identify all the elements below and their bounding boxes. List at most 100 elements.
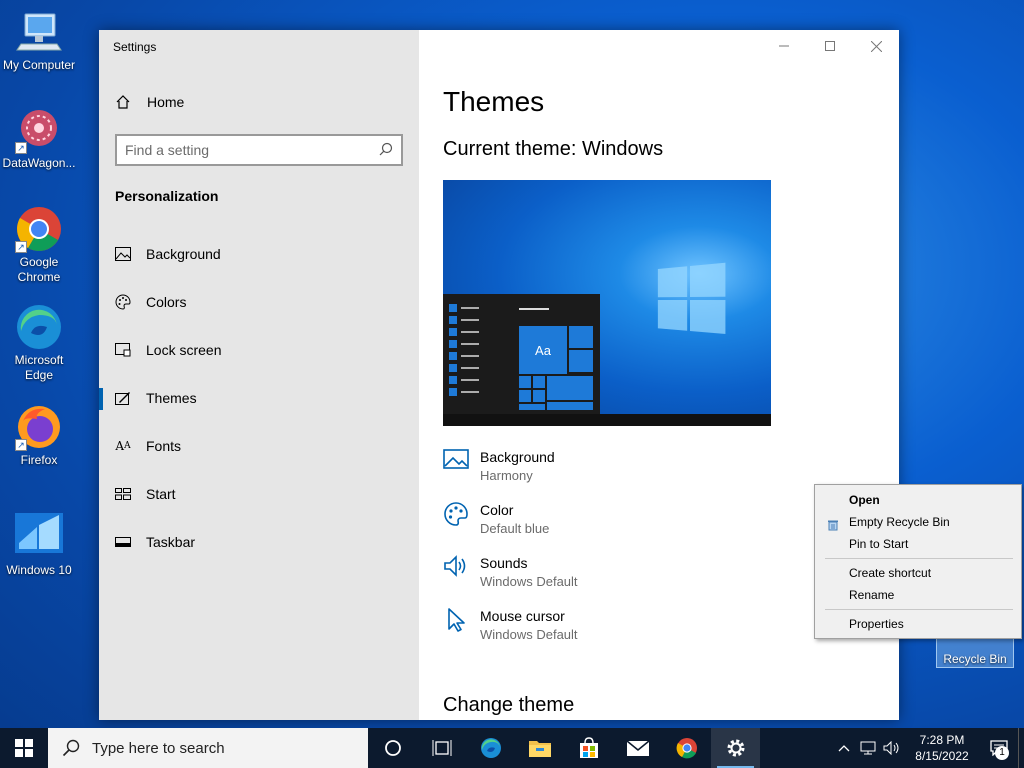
menu-item-label: Empty Recycle Bin (849, 515, 950, 529)
minimize-button[interactable] (761, 30, 807, 62)
nav-item-label: Start (146, 486, 176, 502)
desktop-icon-firefox[interactable]: ↗ Firefox (0, 403, 79, 468)
cortana-button[interactable] (368, 728, 417, 768)
preview-taskbar (443, 414, 771, 426)
desktop-icon-datawagon[interactable]: ↗ DataWagon... (0, 106, 79, 171)
palette-icon (115, 294, 131, 310)
desktop-icon-edge[interactable]: Microsoft Edge (0, 303, 79, 383)
speaker-icon (443, 554, 469, 580)
folder-icon (528, 741, 551, 757)
menu-item-pin-to-start[interactable]: Pin to Start (815, 533, 1021, 555)
recycle-bin-label: Recycle Bin (943, 652, 1007, 666)
theme-prop-mouse-cursor[interactable]: Mouse cursor Windows Default (443, 607, 578, 660)
taskbar-settings[interactable] (711, 728, 760, 768)
settings-window: Settings Home Personalization Background (99, 30, 899, 720)
desktop-icon-label: My Computer (2, 58, 76, 72)
nav-item-taskbar[interactable]: Taskbar (99, 518, 419, 566)
edge-icon (480, 738, 501, 758)
cursor-icon (443, 607, 469, 633)
show-hidden-icons-button[interactable] (832, 728, 856, 768)
desktop-icon-label: Google Chrome (17, 255, 61, 284)
desktop-icon-my-computer[interactable]: My Computer (0, 8, 79, 73)
change-theme-heading: Change theme (443, 694, 575, 716)
windows-10-icon (15, 513, 63, 561)
menu-separator (825, 558, 1013, 559)
network-button[interactable] (856, 728, 880, 768)
close-icon (870, 40, 882, 52)
search-icon[interactable] (379, 142, 393, 159)
home-label: Home (147, 94, 185, 110)
taskbar-store[interactable] (564, 728, 613, 768)
action-center-button[interactable]: 1 (980, 728, 1018, 768)
theme-prop-sounds[interactable]: Sounds Windows Default (443, 554, 578, 607)
menu-item-rename[interactable]: Rename (815, 584, 1021, 606)
nav-item-label: Lock screen (146, 342, 222, 358)
personalization-nav: Background Colors Lock screen Themes A A… (99, 230, 419, 566)
taskbar-chrome[interactable] (662, 728, 711, 768)
theme-prop-background[interactable]: Background Harmony (443, 448, 578, 501)
system-tray: 7:28 PM 8/15/2022 1 (832, 728, 1024, 768)
current-theme-heading: Current theme: Windows (443, 138, 664, 160)
computer-icon (15, 8, 63, 56)
taskbar-apps (368, 728, 760, 768)
close-button[interactable] (853, 30, 899, 62)
show-desktop-button[interactable] (1018, 728, 1024, 768)
settings-search-input[interactable] (125, 142, 379, 158)
settings-sidebar: Settings Home Personalization Background (99, 30, 419, 720)
prop-value: Windows Default (480, 574, 578, 589)
prop-value: Windows Default (480, 627, 578, 642)
section-title: Personalization (115, 188, 219, 204)
settings-search-box[interactable] (115, 134, 403, 166)
menu-item-create-shortcut[interactable]: Create shortcut (815, 562, 1021, 584)
themes-icon (115, 390, 131, 406)
taskbar-edge[interactable] (466, 728, 515, 768)
taskbar-icon (115, 534, 131, 550)
lock-screen-icon (115, 342, 131, 358)
volume-button[interactable] (880, 728, 904, 768)
desktop-icon-chrome[interactable]: ↗ Google Chrome (0, 205, 79, 285)
home-icon (115, 94, 131, 110)
nav-item-label: Background (146, 246, 221, 262)
chevron-up-icon (838, 745, 850, 752)
context-menu: Open Empty Recycle Bin Pin to Start Crea… (814, 484, 1022, 639)
minimize-icon (779, 45, 789, 47)
nav-item-background[interactable]: Background (99, 230, 419, 278)
theme-preview: Aa (443, 180, 771, 426)
clock[interactable]: 7:28 PM 8/15/2022 (904, 732, 980, 764)
taskbar-mail[interactable] (613, 728, 662, 768)
clock-date: 8/15/2022 (915, 749, 969, 763)
desktop-icon-label: Firefox (20, 453, 58, 467)
clock-time: 7:28 PM (919, 733, 965, 747)
nav-item-lock-screen[interactable]: Lock screen (99, 326, 419, 374)
home-nav-item[interactable]: Home (115, 94, 184, 110)
firefox-icon: ↗ (15, 403, 63, 451)
gear-icon (727, 739, 744, 757)
menu-item-properties[interactable]: Properties (815, 613, 1021, 635)
nav-item-themes[interactable]: Themes (99, 374, 419, 422)
theme-prop-color[interactable]: Color Default blue (443, 501, 578, 554)
store-icon (579, 737, 598, 758)
desktop-icon-windows10[interactable]: Windows 10 (0, 513, 79, 578)
menu-item-open[interactable]: Open (815, 489, 1021, 511)
nav-item-fonts[interactable]: AA Fonts (99, 422, 419, 470)
volume-icon (883, 741, 899, 755)
task-view-button[interactable] (417, 728, 466, 768)
mail-icon (625, 740, 650, 756)
nav-item-colors[interactable]: Colors (99, 278, 419, 326)
taskbar-search[interactable]: Type here to search (48, 728, 368, 768)
prop-label: Background (480, 449, 555, 465)
chrome-icon: ↗ (15, 205, 63, 253)
start-button[interactable] (0, 728, 48, 768)
palette-icon (443, 501, 469, 527)
taskbar: Type here to search 7:28 PM 8/15/2022 1 (0, 728, 1024, 768)
maximize-icon (825, 41, 835, 51)
prop-value: Harmony (480, 468, 533, 483)
nav-item-label: Taskbar (146, 534, 196, 550)
shortcut-arrow-icon: ↗ (15, 439, 27, 451)
taskbar-file-explorer[interactable] (515, 728, 564, 768)
page-title: Themes (443, 86, 545, 117)
image-icon (115, 246, 131, 262)
menu-item-empty-recycle-bin[interactable]: Empty Recycle Bin (815, 511, 1021, 533)
maximize-button[interactable] (807, 30, 853, 62)
nav-item-start[interactable]: Start (99, 470, 419, 518)
